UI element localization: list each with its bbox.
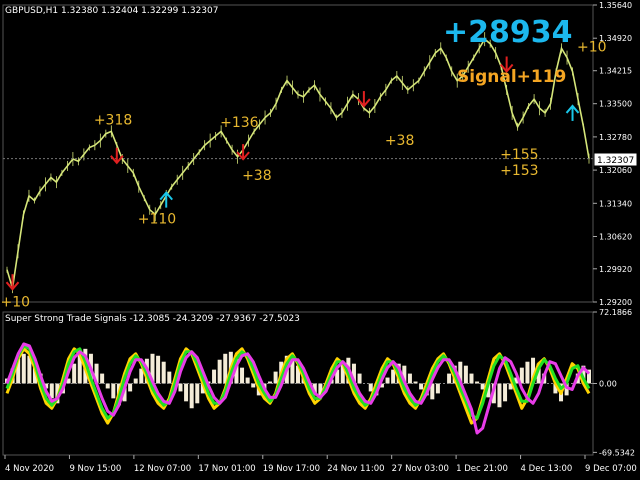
price-y-tick-label: 1.31340 bbox=[599, 199, 632, 208]
osc-histogram-bar bbox=[245, 377, 250, 384]
x-tick-label: 9 Dec 07:00 bbox=[585, 464, 637, 474]
osc-histogram-bar bbox=[105, 383, 110, 389]
osc-histogram-bar bbox=[21, 353, 26, 384]
x-tick-label: 27 Nov 03:00 bbox=[392, 464, 449, 474]
osc-histogram-bar bbox=[447, 373, 452, 384]
osc-histogram-bar bbox=[161, 361, 166, 384]
oscillator-panel[interactable] bbox=[3, 342, 593, 435]
trade-profit-label: +136 bbox=[220, 115, 259, 131]
osc-histogram-bar bbox=[357, 373, 362, 384]
osc-histogram-bar bbox=[156, 355, 161, 384]
osc-histogram-bar bbox=[368, 383, 373, 392]
trade-profit-label: +38 bbox=[242, 168, 272, 184]
price-y-tick-label: 1.34215 bbox=[599, 67, 632, 76]
osc-y-tick-label: 72.1866 bbox=[599, 308, 632, 317]
osc-histogram-bar bbox=[195, 383, 200, 404]
chart-canvas: 1.356401.349201.342151.335001.327801.320… bbox=[0, 1, 638, 474]
price-y-tick-label: 1.29920 bbox=[599, 265, 632, 274]
trade-profit-label: +110 bbox=[138, 212, 176, 228]
price-y-tick-label: 1.35640 bbox=[599, 1, 632, 10]
buy-arrow-icon bbox=[565, 104, 580, 121]
sell-arrow-icon bbox=[236, 144, 250, 161]
trade-profit-label: +10 bbox=[0, 295, 30, 311]
osc-histogram-bar bbox=[133, 378, 138, 384]
osc-histogram-bar bbox=[273, 371, 278, 384]
trade-profit-label: +318 bbox=[94, 112, 132, 128]
price-y-tick-label: 1.32780 bbox=[599, 133, 632, 142]
osc-histogram-bar bbox=[469, 373, 474, 384]
x-tick-label: 17 Nov 01:00 bbox=[198, 464, 255, 474]
price-y-tick-label: 1.29200 bbox=[599, 298, 632, 307]
osc-histogram-bar bbox=[497, 383, 502, 408]
osc-histogram-bar bbox=[184, 383, 189, 402]
x-tick-label: 19 Nov 17:00 bbox=[263, 464, 320, 474]
x-tick-label: 9 Nov 15:00 bbox=[69, 464, 121, 474]
osc-histogram-bar bbox=[100, 373, 105, 384]
osc-histogram-bar bbox=[385, 377, 390, 384]
osc-histogram-bar bbox=[189, 383, 194, 409]
osc-histogram-bar bbox=[128, 383, 133, 392]
indicator-header: Super Strong Trade Signals -12.3085 -24.… bbox=[5, 314, 300, 324]
osc-y-tick-label: 0.00 bbox=[599, 380, 617, 389]
signal-label: Signal+119 bbox=[457, 67, 566, 87]
osc-histogram-bar bbox=[251, 383, 256, 388]
x-tick-label: 4 Dec 13:00 bbox=[521, 464, 573, 474]
x-tick-label: 24 Nov 11:00 bbox=[327, 464, 384, 474]
osc-histogram-bar bbox=[407, 373, 412, 384]
osc-histogram-bar bbox=[217, 359, 222, 384]
osc-histogram-bar bbox=[240, 367, 245, 384]
price-y-tick-label: 1.30620 bbox=[599, 233, 632, 242]
buy-arrow-icon bbox=[159, 191, 173, 208]
price-y-tick-label: 1.33500 bbox=[599, 100, 632, 109]
trade-profit-label: +38 bbox=[385, 133, 415, 149]
osc-histogram-bar bbox=[525, 361, 530, 384]
trade-profit-label: +153 bbox=[500, 163, 538, 179]
price-y-tick-label: 1.32060 bbox=[599, 166, 632, 175]
symbol-header: GBPUSD,H1 1.32380 1.32404 1.32299 1.3230… bbox=[5, 6, 218, 16]
mt4-chart-window: 1.35640 1.34920 1.34215 1.33500 1.32780 1.320… bbox=[0, 0, 640, 480]
osc-histogram-bar bbox=[435, 383, 440, 394]
osc-histogram-bar bbox=[503, 383, 508, 402]
osc-histogram-bar bbox=[111, 383, 116, 399]
osc-histogram-bar bbox=[463, 365, 468, 384]
x-tick-label: 1 Dec 21:00 bbox=[456, 464, 508, 474]
osc-histogram-bar bbox=[72, 363, 77, 384]
big-profit-label: +28934 bbox=[443, 15, 573, 50]
osc-histogram-bar bbox=[212, 369, 217, 384]
trade-profit-label: +155 bbox=[500, 147, 538, 163]
sell-arrow-icon bbox=[357, 91, 371, 108]
osc-y-tick-label: -69.5342 bbox=[599, 448, 635, 457]
osc-histogram-bar bbox=[167, 371, 172, 384]
x-tick-label: 12 Nov 07:00 bbox=[134, 464, 191, 474]
osc-histogram-bar bbox=[419, 383, 424, 390]
x-tick-label: 4 Nov 2020 bbox=[5, 464, 54, 474]
trade-profit-label: +10 bbox=[577, 40, 607, 56]
current-price-label: 1.32307 bbox=[597, 156, 634, 166]
osc-histogram-bar bbox=[178, 383, 183, 392]
